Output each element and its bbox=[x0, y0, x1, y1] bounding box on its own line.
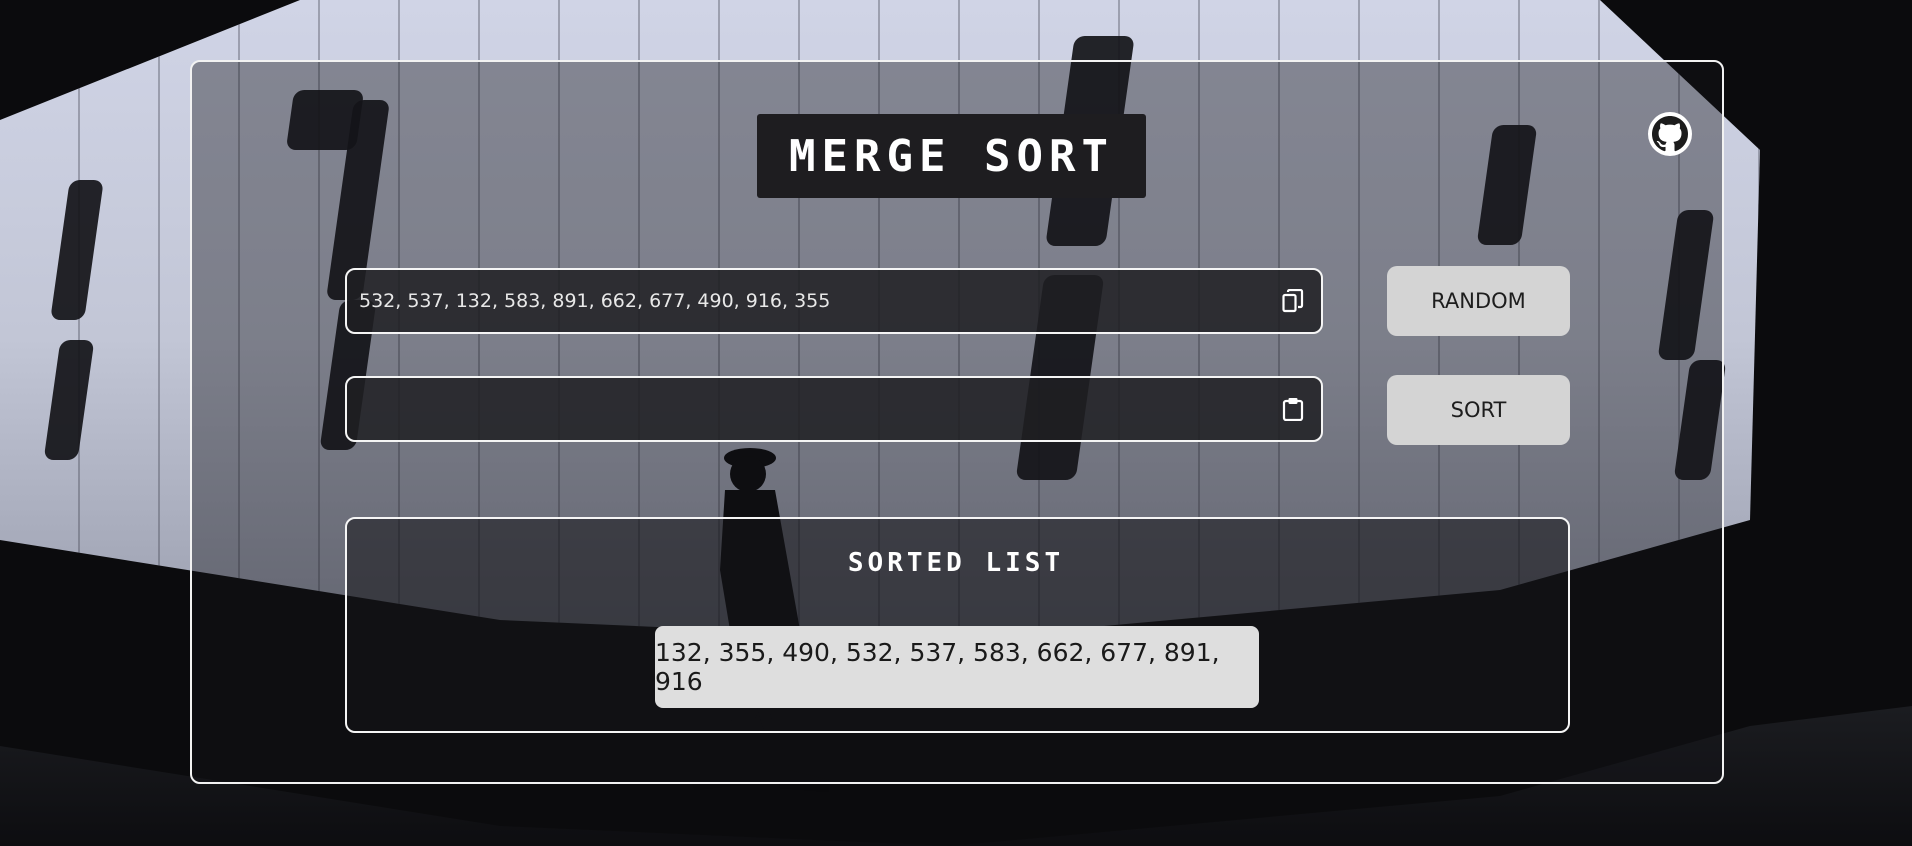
github-icon bbox=[1652, 116, 1688, 152]
sorted-list-title: SORTED LIST bbox=[847, 548, 1065, 578]
numbers-input-field bbox=[345, 268, 1323, 334]
github-link[interactable] bbox=[1648, 112, 1692, 156]
sorted-list-value: 132, 355, 490, 532, 537, 583, 662, 677, … bbox=[655, 626, 1259, 708]
sort-button[interactable]: SORT bbox=[1387, 375, 1570, 445]
numbers-input[interactable] bbox=[347, 270, 1273, 332]
copy-icon bbox=[1282, 289, 1304, 313]
output-input[interactable] bbox=[347, 378, 1273, 440]
page-title: MERGE SORT bbox=[789, 130, 1114, 182]
clipboard-icon bbox=[1282, 398, 1304, 421]
copy-button[interactable] bbox=[1273, 281, 1313, 321]
page-title-box: MERGE SORT bbox=[757, 114, 1146, 198]
random-button[interactable]: RANDOM bbox=[1387, 266, 1570, 336]
output-field bbox=[345, 376, 1323, 442]
paste-button[interactable] bbox=[1273, 389, 1313, 429]
